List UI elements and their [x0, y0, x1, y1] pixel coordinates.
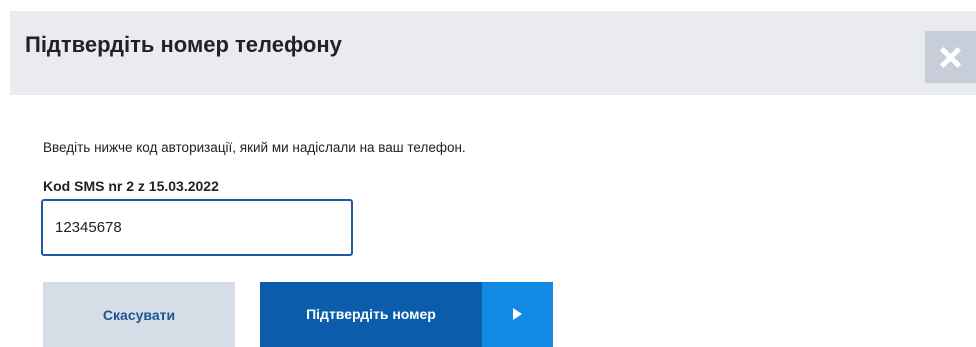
close-icon	[939, 46, 962, 69]
confirm-number-button[interactable]: Підтвердіть номер	[260, 282, 553, 347]
dialog-title: Підтвердіть номер телефону	[25, 32, 342, 57]
confirm-arrow-box	[482, 282, 553, 347]
instruction-text: Введіть нижче код авторизації, який ми н…	[43, 140, 466, 155]
sms-code-label: Kod SMS nr 2 z 15.03.2022	[43, 178, 219, 194]
close-button[interactable]	[925, 31, 976, 83]
sms-code-input[interactable]	[41, 199, 353, 256]
sms-verification-dialog: Підтвердіть номер телефону Введіть нижче…	[0, 0, 976, 347]
confirm-button-label: Підтвердіть номер	[306, 306, 436, 322]
play-icon	[513, 308, 522, 320]
cancel-button[interactable]: Скасувати	[43, 282, 235, 347]
